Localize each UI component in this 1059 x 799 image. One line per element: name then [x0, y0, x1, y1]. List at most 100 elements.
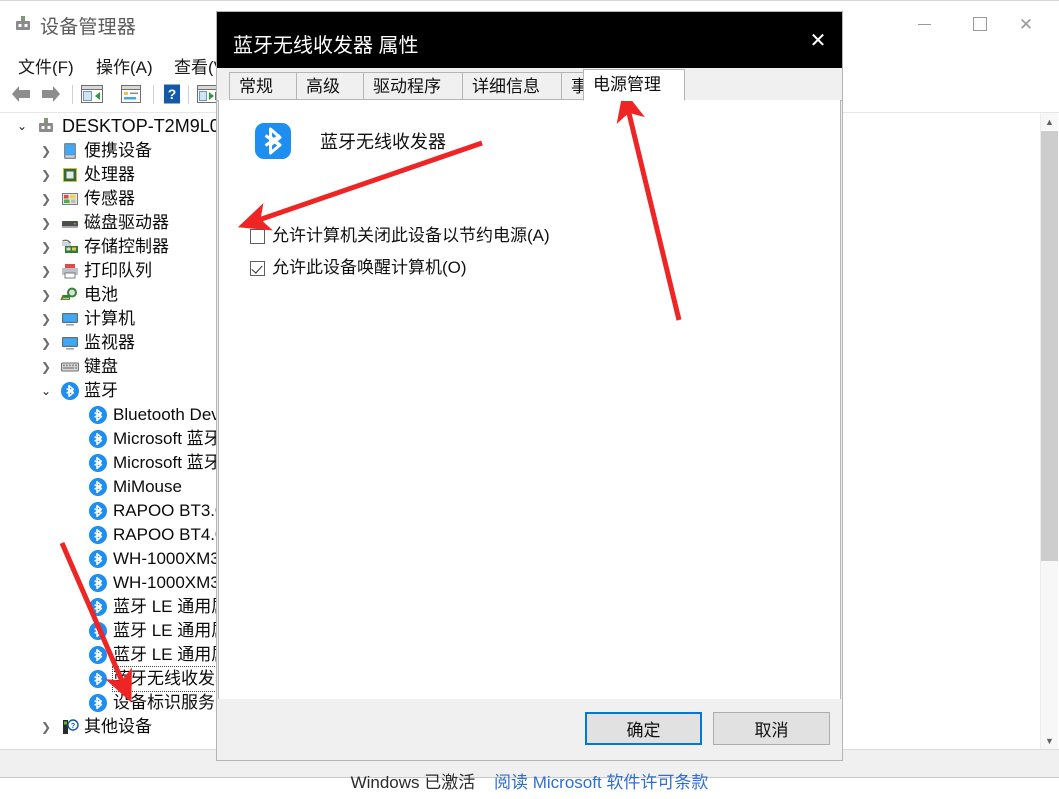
bluetooth-icon: [88, 621, 108, 641]
maximize-icon: [973, 17, 987, 31]
scroll-up-button[interactable]: ▲: [1041, 113, 1058, 130]
window-minimize-button[interactable]: [901, 1, 947, 47]
scroll-down-button[interactable]: ▼: [1041, 732, 1058, 749]
dialog-tabstrip: 常规 高级 驱动程序 详细信息 事件 电源管理: [217, 68, 842, 101]
device-name-label: 蓝牙无线收发器: [320, 132, 446, 152]
processor-icon: [60, 165, 80, 185]
bluetooth-icon: [88, 525, 108, 545]
update-driver-icon: [121, 85, 141, 103]
bluetooth-icon: [88, 453, 108, 473]
tab-power-management[interactable]: 电源管理: [583, 69, 685, 101]
sidebar-item-label: 磁盘驱动器: [84, 213, 169, 232]
minimize-icon: [917, 23, 931, 25]
tab-driver[interactable]: 驱动程序: [363, 72, 463, 100]
tree-item-label: MiMouse: [113, 477, 182, 496]
tree-item-label: WH-1000XM3: [113, 549, 220, 568]
dialog-footer: 确定 取消: [218, 699, 841, 759]
checkbox-allow-device-wake[interactable]: 允许此设备唤醒计算机(O): [250, 259, 467, 277]
sidebar-item-label: 存储控制器: [84, 237, 169, 256]
update-driver-button[interactable]: [119, 83, 143, 105]
left-arrow-icon: [12, 86, 30, 102]
bluetooth-icon: [88, 405, 108, 425]
tree-item-label: 蓝牙 LE 通用属: [113, 597, 229, 616]
cancel-button[interactable]: 取消: [713, 712, 830, 745]
chevron-right-icon[interactable]: ❯: [38, 211, 54, 235]
sidebar-item-label: 打印队列: [84, 261, 152, 280]
chevron-right-icon[interactable]: ❯: [38, 163, 54, 187]
bluetooth-icon: [88, 549, 108, 569]
toolbar-separator-3: [188, 85, 189, 104]
window-close-button[interactable]: ✕: [1003, 1, 1049, 47]
license-terms-link[interactable]: 阅读 Microsoft 软件许可条款: [494, 773, 708, 792]
checkbox-allow-computer-turn-off[interactable]: 允许计算机关闭此设备以节约电源(A): [250, 227, 550, 245]
chevron-down-icon[interactable]: ⌄: [14, 113, 30, 139]
activation-watermark: Windows 已激活 阅读 Microsoft 软件许可条款: [0, 768, 1059, 793]
battery-icon: [60, 285, 80, 305]
chevron-right-icon[interactable]: ❯: [38, 235, 54, 259]
chevron-right-icon[interactable]: ❯: [38, 139, 54, 163]
help-button[interactable]: ?: [161, 83, 185, 105]
sidebar-item-label: 其他设备: [84, 717, 152, 736]
chevron-right-icon[interactable]: ❯: [38, 307, 54, 331]
bluetooth-icon: [88, 477, 108, 497]
keyboard-icon: [60, 357, 80, 377]
chevron-right-icon[interactable]: ❯: [38, 355, 54, 379]
bluetooth-icon: [88, 693, 108, 713]
properties-dialog: 蓝牙无线收发器 属性 ✕ 常规 高级 驱动程序 详细信息 事件 电源管理 蓝牙无…: [216, 11, 843, 761]
storage-controller-icon: [60, 237, 80, 257]
chevron-down-icon: ▼: [1045, 735, 1054, 746]
chevron-down-icon[interactable]: ⌄: [38, 379, 54, 403]
svg-text:?: ?: [168, 86, 177, 102]
properties-button[interactable]: [80, 83, 104, 105]
dialog-close-button[interactable]: ✕: [794, 12, 842, 68]
tab-details[interactable]: 详细信息: [462, 72, 562, 100]
sensor-icon: [60, 189, 80, 209]
sidebar-item-label: 蓝牙: [84, 381, 118, 400]
tab-advanced[interactable]: 高级: [296, 72, 364, 100]
computer-category-icon: [60, 309, 80, 329]
svg-text:?: ?: [71, 723, 75, 730]
chevron-right-icon[interactable]: ❯: [38, 187, 54, 211]
window-maximize-button[interactable]: [957, 1, 1003, 47]
tree-item-label: 蓝牙 LE 通用属: [113, 621, 229, 640]
chevron-right-icon[interactable]: ❯: [38, 715, 54, 739]
device-manager-icon: [13, 14, 33, 34]
dialog-titlebar: 蓝牙无线收发器 属性 ✕: [217, 12, 842, 68]
ok-button[interactable]: 确定: [585, 712, 702, 745]
print-queue-icon: [60, 261, 80, 281]
sidebar-item-label: 处理器: [84, 165, 135, 184]
scrollbar-track[interactable]: [1041, 561, 1058, 732]
sidebar-item-label: 键盘: [84, 357, 118, 376]
checkbox-label: 允许计算机关闭此设备以节约电源(A): [272, 226, 550, 245]
tree-item-label: WH-1000XM3: [113, 573, 220, 592]
sidebar-item-label: 监视器: [84, 333, 135, 352]
chevron-right-icon[interactable]: ❯: [38, 283, 54, 307]
computer-icon: [36, 116, 56, 136]
tree-scrollbar[interactable]: ▲ ▼: [1040, 113, 1058, 749]
dialog-title: 蓝牙无线收发器 属性: [233, 35, 419, 57]
tree-item-label: 蓝牙 LE 通用属: [113, 645, 229, 664]
bluetooth-icon: [88, 669, 108, 689]
screen: 设备管理器 ✕ 文件(F) 操作(A) 查看(V) ? ⌄ DESKTOP-T2…: [0, 0, 1059, 799]
bluetooth-icon: [88, 597, 108, 617]
close-icon: ✕: [809, 29, 827, 52]
dialog-page-power-management: 蓝牙无线收发器 允许计算机关闭此设备以节约电源(A) 允许此设备唤醒计算机(O): [218, 100, 841, 710]
tree-item-label: Microsoft 蓝牙: [113, 429, 221, 448]
other-device-icon: ?: [60, 717, 80, 737]
checkbox-unchecked-icon[interactable]: [250, 228, 265, 244]
forward-button[interactable]: [38, 83, 62, 105]
activation-status: Windows 已激活: [350, 773, 476, 792]
tree-item-label: 蓝牙无线收发器: [112, 666, 233, 692]
back-button[interactable]: [8, 83, 32, 105]
portable-device-icon: [60, 141, 80, 161]
chevron-right-icon[interactable]: ❯: [38, 331, 54, 355]
sidebar-item-label: 计算机: [84, 309, 135, 328]
chevron-right-icon[interactable]: ❯: [38, 259, 54, 283]
close-icon: ✕: [1018, 14, 1034, 34]
tree-item-label: RAPOO BT4.0: [113, 525, 225, 544]
sidebar-item-label: 便携设备: [84, 141, 152, 160]
checkbox-checked-icon[interactable]: [250, 260, 265, 276]
scrollbar-thumb[interactable]: [1041, 131, 1058, 561]
tab-general[interactable]: 常规: [229, 72, 297, 100]
toolbar-separator-2: [153, 85, 154, 104]
